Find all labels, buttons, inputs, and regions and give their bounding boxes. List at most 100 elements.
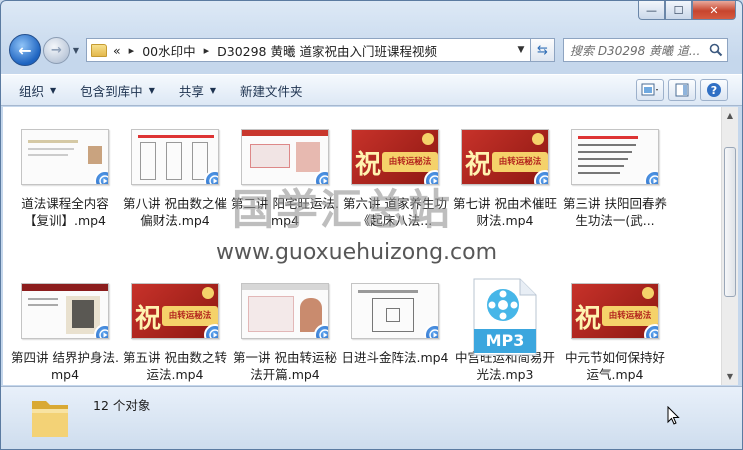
file-list-pane: 道法课程全内容【复训】.mp4 第八讲 祝由数之催偏财法.mp4 第二讲 阳宅旺运法… (3, 107, 721, 385)
view-controls: ? (632, 79, 728, 101)
maximize-button[interactable]: ☐ (665, 1, 692, 20)
file-thumbnail (21, 129, 109, 185)
media-player-icon (314, 170, 328, 184)
file-name: 中元节如何保持好运气.mp4 (564, 350, 665, 382)
help-icon: ? (707, 83, 721, 97)
refresh-button[interactable]: ⇆ (531, 38, 555, 62)
include-in-library-menu[interactable]: 包含到库中 ▼ (80, 81, 155, 100)
file-item[interactable]: 道法课程全内容【复训】.mp4 (11, 129, 119, 229)
file-thumbnail (351, 283, 439, 339)
share-menu[interactable]: 共享 ▼ (179, 81, 216, 100)
file-thumbnail: 祝由转运秘法 (131, 283, 219, 339)
file-name: 第二讲 阳宅旺运法.mp4 (231, 196, 339, 228)
media-player-icon (424, 170, 438, 184)
vertical-scrollbar[interactable]: ▲ ▼ (721, 107, 738, 385)
file-item[interactable]: 第二讲 阳宅旺运法.mp4 (231, 129, 339, 229)
media-player-icon (534, 170, 548, 184)
banner-subtitle: 由转运秘法 (492, 152, 548, 172)
folder-large-icon (32, 401, 68, 437)
new-folder-button[interactable]: 新建文件夹 (240, 81, 303, 100)
navigation-bar: ← → ▼ « ▸ 00水印中 ▸ D30298 黄曦 道家祝由入门班课程视频 … (9, 33, 734, 67)
media-player-icon (94, 324, 108, 338)
file-thumbnail (571, 129, 659, 185)
search-placeholder: 搜索 D30298 黄曦 道... (570, 43, 701, 58)
file-thumbnail: 祝由转运秘法 (461, 129, 549, 185)
file-item[interactable]: MP3 中宫旺运和简易开光法.mp3 (451, 278, 559, 383)
file-name: 日进斗金阵法.mp4 (341, 350, 449, 365)
preview-pane-button[interactable] (668, 79, 696, 101)
file-name: 第八讲 祝由数之催偏财法.mp4 (123, 196, 227, 228)
scroll-up-icon[interactable]: ▲ (722, 107, 738, 124)
search-input[interactable]: 搜索 D30298 黄曦 道... (563, 38, 728, 62)
breadcrumb-overflow[interactable]: « (113, 43, 121, 58)
back-button[interactable]: ← (9, 34, 41, 66)
command-bar: 组织 ▼ 包含到库中 ▼ 共享 ▼ 新建文件夹 ? (1, 74, 742, 106)
chevron-down-icon: ▼ (50, 85, 57, 95)
item-count: 12 个对象 (93, 398, 151, 413)
change-view-button[interactable] (636, 79, 664, 101)
file-item[interactable]: 祝由转运秘法第七讲 祝由术催旺财法.mp4 (451, 129, 559, 229)
mouse-cursor-icon (667, 406, 680, 425)
file-name: 第四讲 结界护身法.mp4 (11, 350, 119, 382)
minimize-button[interactable]: — (638, 1, 665, 20)
file-thumbnail (241, 283, 329, 339)
recent-pages-dropdown[interactable]: ▼ (70, 46, 82, 55)
organize-menu[interactable]: 组织 ▼ (19, 81, 56, 100)
new-folder-label: 新建文件夹 (240, 83, 303, 99)
file-name: 第三讲 扶阳回春养生功法一(武... (563, 196, 667, 228)
folder-icon (91, 43, 107, 57)
forward-arrow-icon: → (51, 42, 62, 58)
include-label: 包含到库中 (80, 83, 143, 99)
banner-subtitle: 由转运秘法 (382, 152, 438, 172)
media-player-icon (204, 170, 218, 184)
view-icon (641, 83, 658, 96)
file-thumbnail: MP3 (461, 278, 549, 356)
scroll-down-icon[interactable]: ▼ (722, 368, 738, 385)
chevron-down-icon: ▼ (209, 85, 217, 95)
file-name: 第一讲 祝由转运秘法开篇.mp4 (233, 350, 337, 382)
media-player-icon (204, 324, 218, 338)
banner-subtitle: 由转运秘法 (162, 306, 218, 326)
chevron-down-icon: ▼ (148, 85, 155, 95)
preview-pane-icon (675, 83, 689, 97)
address-dropdown[interactable]: ▼ (512, 45, 530, 55)
breadcrumb-parent[interactable]: 00水印中 (142, 41, 195, 60)
caption-buttons: — ☐ ✕ (638, 1, 736, 20)
file-name: 第六讲 道家养生功《起床八法... (343, 196, 447, 228)
share-label: 共享 (178, 83, 204, 99)
search-icon[interactable] (705, 43, 727, 57)
back-arrow-icon: ← (18, 40, 32, 60)
file-thumbnail (131, 129, 219, 185)
file-item[interactable]: 日进斗金阵法.mp4 (341, 283, 449, 366)
file-thumbnail: 祝由转运秘法 (351, 129, 439, 185)
organize-label: 组织 (19, 83, 45, 99)
file-thumbnail: 祝由转运秘法 (571, 283, 659, 339)
file-thumbnail (21, 283, 109, 339)
breadcrumb-current[interactable]: D30298 黄曦 道家祝由入门班课程视频 (217, 41, 437, 60)
file-item[interactable]: 第三讲 扶阳回春养生功法一(武... (561, 129, 669, 229)
file-item[interactable]: 第四讲 结界护身法.mp4 (11, 283, 119, 383)
file-item[interactable]: 第一讲 祝由转运秘法开篇.mp4 (231, 283, 339, 383)
address-bar[interactable]: « ▸ 00水印中 ▸ D30298 黄曦 道家祝由入门班课程视频 ▼ (86, 38, 531, 62)
file-name: 第五讲 祝由数之转运法.mp4 (123, 350, 227, 382)
media-player-icon (644, 324, 658, 338)
scrollbar-thumb[interactable] (724, 147, 736, 297)
banner-subtitle: 由转运秘法 (602, 306, 658, 326)
media-player-icon (94, 170, 108, 184)
file-item[interactable]: 祝由转运秘法第六讲 道家养生功《起床八法... (341, 129, 449, 229)
forward-button[interactable]: → (43, 36, 70, 64)
file-name: 道法课程全内容【复训】.mp4 (21, 196, 109, 228)
help-button[interactable]: ? (700, 79, 728, 101)
breadcrumb-separator[interactable]: ▸ (129, 44, 135, 57)
media-player-icon (644, 170, 658, 184)
file-item[interactable]: 第八讲 祝由数之催偏财法.mp4 (121, 129, 229, 229)
file-thumbnail (241, 129, 329, 185)
details-pane: 12 个对象 (1, 386, 742, 449)
media-player-icon (424, 324, 438, 338)
file-item[interactable]: 祝由转运秘法第五讲 祝由数之转运法.mp4 (121, 283, 229, 383)
file-name: 第七讲 祝由术催旺财法.mp4 (453, 196, 557, 228)
breadcrumb-separator[interactable]: ▸ (204, 44, 210, 57)
close-button[interactable]: ✕ (692, 1, 736, 20)
refresh-icon: ⇆ (537, 42, 548, 58)
file-item[interactable]: 祝由转运秘法中元节如何保持好运气.mp4 (561, 283, 669, 383)
